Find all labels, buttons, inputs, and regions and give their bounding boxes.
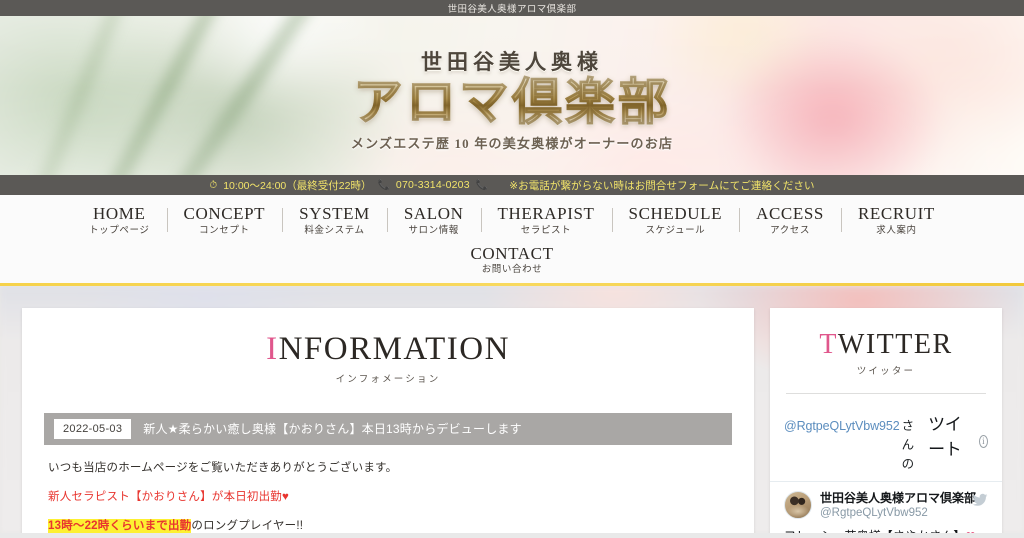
tweet-display-name[interactable]: 世田谷美人奥様アロマ倶楽部 — [820, 491, 976, 506]
nav-label-jp: 料金システム — [304, 224, 365, 236]
nav-label-jp: 求人案内 — [876, 224, 917, 236]
twitter-bird-icon — [972, 494, 988, 507]
twitter-widget-kana: ツイート — [928, 415, 962, 460]
nav-item-contact[interactable]: CONTACT お問い合わせ — [453, 244, 570, 276]
nav-item-salon[interactable]: SALON サロン情報 — [386, 204, 481, 236]
page-content: INFORMATION インフォメーション 2022-05-03 新人★柔らかい… — [0, 285, 1024, 533]
twitter-widget-header: @RgtpeQLytVbw952 さんの ツイート i — [770, 394, 1002, 481]
section-title-initial: T — [819, 328, 838, 360]
contact-note-text: ※お電話が繋がらない時はお問合せフォームにてご連絡ください — [509, 179, 815, 192]
section-title-en: TWITTER — [770, 330, 1002, 359]
phone-icon-left: 📞 — [377, 179, 390, 191]
nav-row-primary: HOME トップページ CONCEPT コンセプト SYSTEM 料金システム … — [0, 204, 1024, 236]
nav-label-en: CONTACT — [470, 243, 554, 263]
section-title-rest: WITTER — [837, 328, 953, 360]
nav-item-home[interactable]: HOME トップページ — [72, 204, 166, 236]
nav-item-therapist[interactable]: THERAPIST セラピスト — [480, 204, 612, 236]
news-body: いつも当店のホームページをご覧いただきありがとうございます。 新人セラピスト【か… — [44, 445, 732, 533]
news-plain-text: のロングプレイヤー!! — [191, 520, 304, 533]
nav-label-en: SYSTEM — [299, 204, 370, 223]
hero-header: 世田谷美人奥様 アロマ倶楽部 メンズエステ歴 10 年の美女奥様がオーナーのお店 — [0, 16, 1024, 175]
twitter-heading: TWITTER ツイッター — [770, 330, 1002, 378]
main-navigation: HOME トップページ CONCEPT コンセプト SYSTEM 料金システム … — [0, 195, 1024, 283]
nav-item-schedule[interactable]: SCHEDULE スケジュール — [611, 204, 740, 236]
section-title-rest: NFORMATION — [278, 330, 510, 367]
news-item-row[interactable]: 2022-05-03 新人★柔らかい癒し奥様【かおりさん】本日13時からデビュー… — [44, 412, 732, 445]
twitter-widget-handle-link[interactable]: @RgtpeQLytVbw952 — [784, 419, 900, 433]
tweet-text: フレッシュ若奥様【さやかさん】❤16時からの1枠空きました✨かわいさ&艶っぽさ、… — [784, 527, 988, 533]
news-title-link[interactable]: 新人★柔らかい癒し奥様【かおりさん】本日13時からデビューします — [143, 420, 522, 437]
section-title-initial: I — [266, 330, 279, 367]
nav-label-en: HOME — [93, 204, 146, 223]
nav-label-en: THERAPIST — [497, 204, 595, 223]
tweet-text-part1: フレッシュ若奥様【さやかさん】 — [784, 529, 966, 533]
section-title-jp: インフォメーション — [335, 373, 441, 385]
news-date-badge: 2022-05-03 — [54, 418, 132, 439]
news-paragraph-debut: 新人セラピスト【かおりさん】が本日初出勤♥ — [48, 490, 290, 503]
nav-item-concept[interactable]: CONCEPT コンセプト — [166, 204, 283, 236]
nav-label-en: SCHEDULE — [628, 204, 723, 223]
phone-number[interactable]: 070-3314-0203 — [396, 179, 470, 191]
nav-label-jp: セラピスト — [520, 224, 572, 236]
tweet-author: 世田谷美人奥様アロマ倶楽部 @RgtpeQLytVbw952 — [820, 491, 976, 521]
news-highlight-text: 13時〜22時くらいまで出勤 — [48, 519, 192, 533]
nav-item-system[interactable]: SYSTEM 料金システム — [282, 204, 387, 236]
nav-label-en: ACCESS — [756, 204, 824, 223]
logo-main-text: アロマ倶楽部 — [0, 74, 1024, 131]
nav-row-secondary: CONTACT お問い合わせ — [0, 244, 1024, 283]
section-title-jp: ツイッター — [856, 366, 916, 378]
nav-label-en: RECRUIT — [857, 204, 935, 223]
tweet-item[interactable]: 世田谷美人奥様アロマ倶楽部 @RgtpeQLytVbw952 フレッシュ若奥様【… — [770, 482, 1002, 533]
logo-upper-text: 世田谷美人奥様 — [421, 50, 603, 74]
nav-label-jp: スケジュール — [645, 224, 706, 236]
information-panel: INFORMATION インフォメーション 2022-05-03 新人★柔らかい… — [22, 307, 754, 533]
site-title-text: 世田谷美人奥様アロマ倶楽部 — [447, 4, 577, 15]
nav-label-en: SALON — [403, 204, 464, 223]
information-heading: INFORMATION インフォメーション — [44, 332, 732, 385]
nav-label-jp: サロン情報 — [408, 224, 459, 236]
contact-info-bar: ⏱ 10:00〜24:00（最終受付22時） 📞 070-3314-0203 📞… — [0, 175, 1024, 195]
content-columns: INFORMATION インフォメーション 2022-05-03 新人★柔らかい… — [0, 286, 1024, 533]
twitter-panel: TWITTER ツイッター @RgtpeQLytVbw952 さんの ツイート … — [770, 307, 1002, 533]
section-title-en: INFORMATION — [44, 332, 732, 367]
nav-label-jp: アクセス — [770, 224, 810, 236]
info-icon[interactable]: i — [978, 434, 988, 448]
business-hours-text: 10:00〜24:00（最終受付22時） — [223, 179, 372, 192]
news-paragraph-hours: 13時〜22時くらいまで出勤のロングプレイヤー!! — [48, 517, 728, 533]
nav-label-jp: お問い合わせ — [481, 264, 543, 276]
nav-item-access[interactable]: ACCESS アクセス — [739, 204, 841, 236]
avatar[interactable] — [784, 491, 812, 520]
news-paragraph-greeting: いつも当店のホームページをご覧いただきありがとうございます。 — [48, 461, 398, 474]
top-utility-bar: 世田谷美人奥様アロマ倶楽部 — [0, 0, 1024, 16]
tweet-handle[interactable]: @RgtpeQLytVbw952 — [820, 506, 964, 521]
clock-icon: ⏱ — [209, 179, 218, 191]
phone-icon-right: 📞 — [475, 179, 489, 191]
nav-label-jp: コンセプト — [199, 224, 250, 236]
twitter-widget-suffix: さんの — [901, 419, 915, 472]
tweet-header: 世田谷美人奥様アロマ倶楽部 @RgtpeQLytVbw952 — [784, 491, 988, 521]
nav-label-jp: トップページ — [89, 224, 150, 236]
heart-emoji-icon: ❤ — [966, 529, 976, 533]
nav-item-recruit[interactable]: RECRUIT 求人案内 — [840, 204, 952, 236]
site-logo[interactable]: 世田谷美人奥様 アロマ倶楽部 メンズエステ歴 10 年の美女奥様がオーナーのお店 — [0, 46, 1024, 152]
nav-label-en: CONCEPT — [183, 204, 266, 223]
logo-tagline: メンズエステ歴 10 年の美女奥様がオーナーのお店 — [350, 136, 674, 151]
